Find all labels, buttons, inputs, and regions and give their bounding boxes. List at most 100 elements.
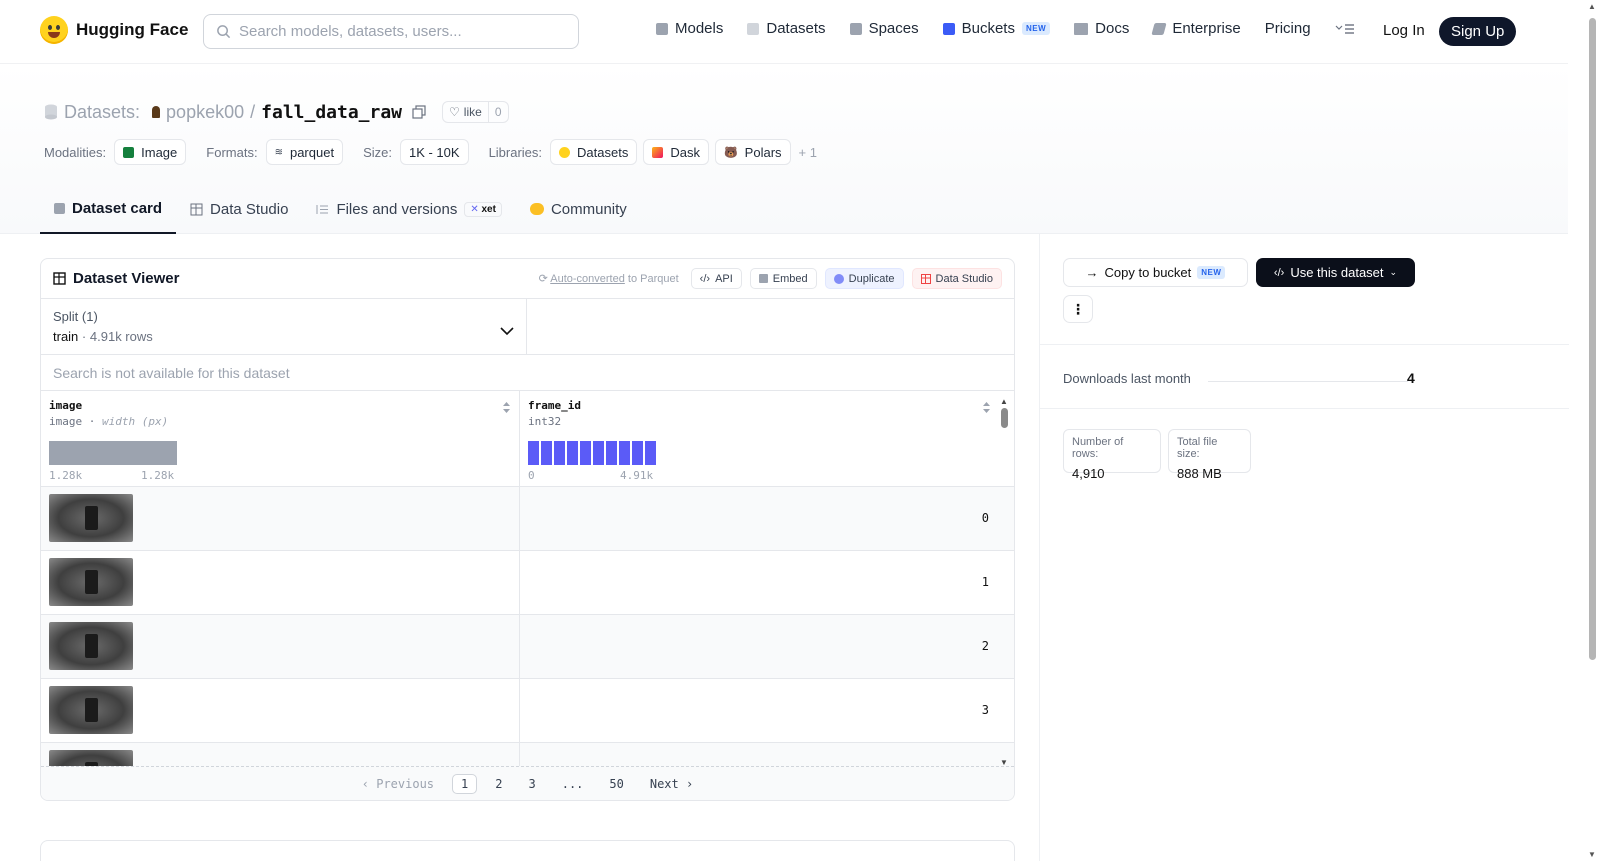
- search-input[interactable]: [239, 23, 559, 40]
- histogram-bar[interactable]: [593, 441, 604, 465]
- nav-datasets[interactable]: Datasets: [747, 20, 826, 37]
- copy-to-bucket-button[interactable]: → Copy to bucket NEW: [1063, 258, 1248, 287]
- scroll-up-arrow[interactable]: ▲: [999, 397, 1009, 406]
- histogram-bar[interactable]: [619, 441, 630, 465]
- next-page[interactable]: Next ›: [642, 775, 701, 793]
- login-link[interactable]: Log In: [1383, 22, 1425, 39]
- sort-icon[interactable]: [982, 401, 991, 414]
- datasets-crumb[interactable]: Datasets:: [64, 102, 140, 123]
- histogram-bar[interactable]: [632, 441, 643, 465]
- auto-converted-link[interactable]: Auto-converted: [550, 273, 625, 285]
- page-3[interactable]: 3: [520, 775, 543, 793]
- scroll-up-arrow[interactable]: ▲: [1588, 2, 1596, 11]
- downloads-label: Downloads last month: [1063, 371, 1191, 386]
- user-avatar-icon: [152, 106, 161, 118]
- cube-icon: [54, 202, 65, 214]
- table-row[interactable]: 3: [41, 679, 1014, 743]
- histogram-bar[interactable]: [554, 441, 565, 465]
- copy-icon[interactable]: [412, 105, 426, 119]
- histogram-bar[interactable]: [567, 441, 578, 465]
- tab-files[interactable]: Files and versions ✕ xet: [302, 184, 516, 234]
- nav-spaces[interactable]: Spaces: [849, 20, 919, 37]
- embed-icon: [758, 274, 768, 283]
- nav-pricing[interactable]: Pricing: [1265, 20, 1311, 37]
- tab-data-studio[interactable]: Data Studio: [176, 184, 302, 234]
- libraries-label: Libraries:: [488, 144, 543, 160]
- tag-lib-polars[interactable]: 🐻 Polars: [714, 139, 791, 165]
- column-header-image[interactable]: image image · width (px): [41, 391, 520, 486]
- duplicate-button[interactable]: Duplicate: [824, 268, 904, 289]
- tag-size-label: 1K - 10K: [408, 144, 460, 160]
- nav-buckets-label: Buckets: [961, 20, 1015, 37]
- more-libraries[interactable]: + 1: [799, 145, 817, 160]
- data-studio-button[interactable]: Data Studio: [911, 268, 1002, 289]
- nav-more-menu[interactable]: [1335, 23, 1355, 35]
- table-icon: [920, 273, 931, 284]
- nav-buckets[interactable]: Buckets NEW: [942, 20, 1051, 37]
- scroll-thumb[interactable]: [1589, 18, 1596, 660]
- duplicate-icon: [833, 273, 844, 284]
- histogram-bar[interactable]: [645, 441, 656, 465]
- global-search[interactable]: [203, 14, 579, 49]
- scroll-down-arrow[interactable]: ▼: [1588, 850, 1596, 859]
- table-row[interactable]: 0: [41, 487, 1014, 551]
- page-scrollbar[interactable]: ▲ ▼: [1584, 0, 1600, 861]
- histogram-bar[interactable]: [580, 441, 591, 465]
- cube-icon: [656, 22, 668, 35]
- frame-id-cell: 1: [981, 575, 989, 589]
- rows-stat-value: 4,910: [1072, 466, 1105, 481]
- image-thumbnail[interactable]: [49, 750, 133, 767]
- histogram-bar[interactable]: [606, 441, 617, 465]
- page-1[interactable]: 1: [452, 773, 478, 794]
- image-thumbnail[interactable]: [49, 686, 133, 734]
- split-rows: 4.91k rows: [89, 329, 153, 344]
- nav-models[interactable]: Models: [656, 20, 723, 37]
- previous-page[interactable]: ‹ Previous: [354, 775, 442, 793]
- tag-image[interactable]: Image: [114, 139, 187, 165]
- new-badge: NEW: [1197, 266, 1226, 279]
- histogram-bar[interactable]: [541, 441, 552, 465]
- more-options-button[interactable]: ⋮: [1063, 295, 1093, 323]
- sort-icon[interactable]: [502, 401, 511, 414]
- page-50[interactable]: 50: [601, 775, 631, 793]
- table-row[interactable]: 2: [41, 615, 1014, 679]
- brand-logo[interactable]: Hugging Face: [40, 16, 188, 44]
- histogram-min-label: 1.28k: [49, 469, 83, 482]
- use-this-dataset-label: Use this dataset: [1290, 265, 1384, 280]
- api-button[interactable]: ‹/› API: [690, 268, 742, 289]
- hugging-face-logo-icon: [40, 16, 68, 44]
- column-header-frame-id[interactable]: frame_id int32: [520, 391, 999, 486]
- split-name: train: [53, 329, 79, 344]
- owner-link[interactable]: popkek00: [166, 102, 244, 123]
- like-button[interactable]: ♡ like 0: [442, 101, 509, 123]
- code-icon: ‹/›: [699, 272, 711, 285]
- signup-button[interactable]: Sign Up: [1439, 17, 1517, 46]
- tag-lib-datasets[interactable]: Datasets: [550, 139, 638, 165]
- scroll-thumb[interactable]: [1000, 408, 1008, 428]
- tab-community[interactable]: Community: [516, 184, 641, 234]
- tag-lib-dask[interactable]: Dask: [643, 139, 709, 165]
- use-this-dataset-button[interactable]: ‹/› Use this dataset ⌄: [1256, 258, 1415, 287]
- nav-spaces-label: Spaces: [868, 20, 919, 37]
- table-scrollbar[interactable]: ▲ ▼: [999, 397, 1009, 767]
- image-thumbnail[interactable]: [49, 622, 133, 670]
- histogram-bar[interactable]: [528, 441, 539, 465]
- nav-enterprise[interactable]: Enterprise: [1151, 20, 1241, 37]
- tag-parquet[interactable]: ≋ parquet: [265, 139, 344, 165]
- split-selector[interactable]: Split (1) train · 4.91k rows: [41, 299, 527, 354]
- community-icon: [529, 203, 544, 215]
- image-thumbnail[interactable]: [49, 494, 133, 542]
- tab-dataset-card[interactable]: Dataset card: [40, 184, 177, 234]
- image-thumbnail[interactable]: [49, 558, 133, 606]
- table-row[interactable]: 1: [41, 551, 1014, 615]
- like-label: like: [463, 105, 482, 119]
- histogram-bar[interactable]: [49, 441, 177, 465]
- column-name: image: [49, 399, 83, 412]
- page-2[interactable]: 2: [487, 775, 510, 793]
- embed-button[interactable]: Embed: [749, 268, 817, 289]
- nav-docs[interactable]: Docs: [1074, 20, 1129, 37]
- nav-enterprise-label: Enterprise: [1172, 20, 1241, 37]
- tag-size[interactable]: 1K - 10K: [399, 139, 469, 165]
- dataset-header: Datasets: popkek00 / fall_data_raw ♡ like…: [0, 64, 1568, 234]
- table-row[interactable]: 4: [41, 743, 1014, 767]
